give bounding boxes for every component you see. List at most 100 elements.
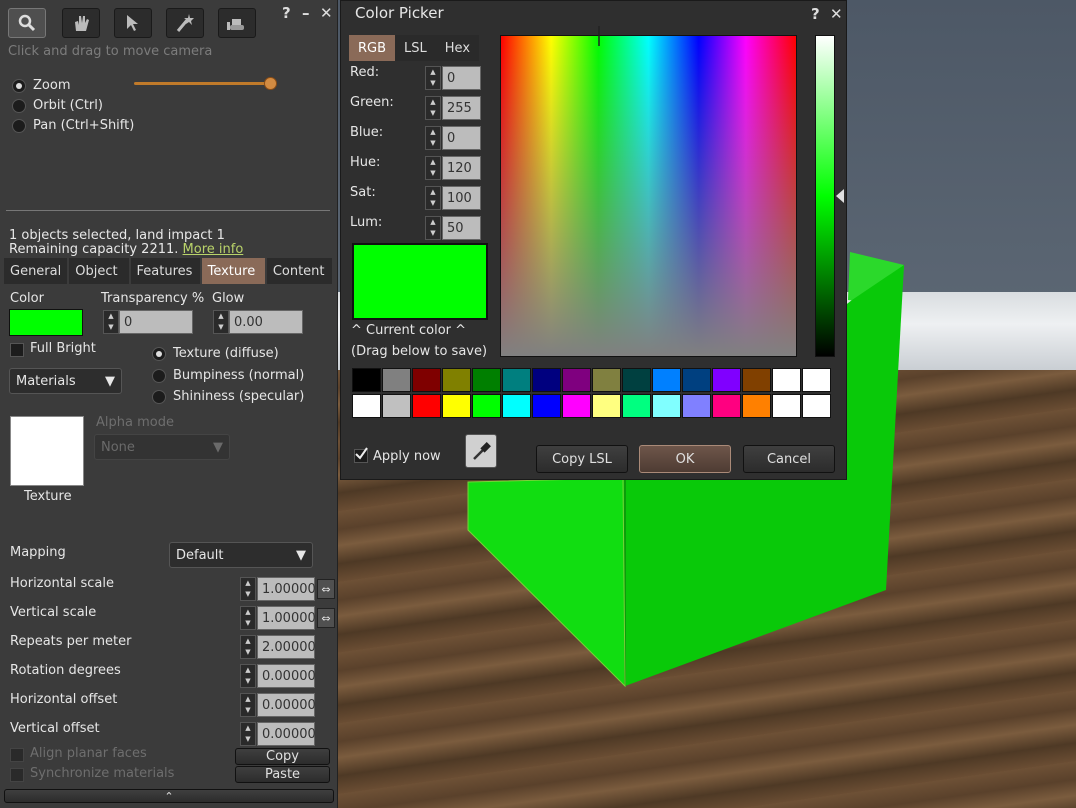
- full-bright-checkbox[interactable]: [10, 343, 24, 357]
- vertical-scale-input[interactable]: 1.00000: [257, 606, 316, 630]
- rotation-input[interactable]: 0.00000: [257, 664, 316, 688]
- transparency-spinner[interactable]: ▲ ▼: [103, 310, 119, 334]
- move-tool-button[interactable]: [62, 8, 100, 38]
- palette-swatch[interactable]: [772, 394, 801, 418]
- tab-hex[interactable]: Hex: [435, 35, 480, 61]
- palette-swatch[interactable]: [532, 368, 561, 392]
- vertical-scale-spinner[interactable]: ▲ ▼: [240, 606, 256, 630]
- close-button[interactable]: ✕: [320, 4, 333, 22]
- more-info-link[interactable]: More info: [183, 242, 244, 257]
- hue-saturation-field[interactable]: [500, 26, 797, 357]
- palette-swatch[interactable]: [562, 368, 591, 392]
- palette-swatch[interactable]: [382, 394, 411, 418]
- orbit-radio[interactable]: Orbit (Ctrl): [12, 98, 103, 113]
- luminance-slider[interactable]: [815, 35, 835, 357]
- copy-button[interactable]: Copy: [235, 748, 330, 765]
- horizontal-scale-input[interactable]: 1.00000: [257, 577, 316, 601]
- tab-rgb[interactable]: RGB: [349, 35, 396, 61]
- materials-dropdown[interactable]: Materials ▼: [9, 368, 122, 394]
- palette-swatch[interactable]: [682, 368, 711, 392]
- palette-swatch[interactable]: [502, 368, 531, 392]
- palette-swatch[interactable]: [472, 368, 501, 392]
- ok-button[interactable]: OK: [639, 445, 731, 473]
- zoom-slider-track[interactable]: [134, 82, 270, 85]
- palette-swatch[interactable]: [622, 368, 651, 392]
- glow-spinner[interactable]: ▲ ▼: [213, 310, 229, 334]
- vertical-offset-spinner[interactable]: ▲ ▼: [240, 722, 256, 746]
- zoom-radio[interactable]: Zoom: [12, 78, 70, 93]
- alpha-mode-dropdown[interactable]: None ▼: [94, 434, 230, 460]
- glow-input[interactable]: 0.00: [229, 310, 303, 334]
- luminance-pointer-icon[interactable]: [835, 189, 845, 203]
- tab-content[interactable]: Content: [266, 258, 332, 284]
- pan-radio[interactable]: Pan (Ctrl+Shift): [12, 118, 134, 133]
- repeats-input[interactable]: 2.00000: [257, 635, 316, 659]
- palette-swatch[interactable]: [592, 368, 621, 392]
- palette-swatch[interactable]: [742, 368, 771, 392]
- palette-swatch[interactable]: [502, 394, 531, 418]
- palette-swatch[interactable]: [412, 394, 441, 418]
- zoom-slider-thumb[interactable]: [264, 77, 277, 90]
- paste-button[interactable]: Paste: [235, 766, 330, 783]
- create-tool-button[interactable]: [166, 8, 204, 38]
- green-spinner[interactable]: ▲ ▼: [425, 96, 441, 120]
- palette-swatch[interactable]: [652, 368, 681, 392]
- flip-vertical-button[interactable]: ⇔: [317, 608, 335, 628]
- palette-swatch[interactable]: [712, 394, 741, 418]
- vertical-offset-input[interactable]: 0.00000: [257, 722, 316, 746]
- palette-swatch[interactable]: [382, 368, 411, 392]
- palette-swatch[interactable]: [562, 394, 591, 418]
- tab-general[interactable]: General: [4, 258, 68, 284]
- palette-swatch[interactable]: [802, 394, 831, 418]
- shininess-radio[interactable]: Shininess (specular): [152, 389, 304, 404]
- tab-features[interactable]: Features: [130, 258, 200, 284]
- texture-preview[interactable]: [10, 416, 84, 486]
- horizontal-offset-input[interactable]: 0.00000: [257, 693, 316, 717]
- align-planar-checkbox[interactable]: [10, 748, 24, 762]
- sat-input[interactable]: 100: [442, 186, 481, 210]
- radio-unselected[interactable]: [152, 389, 166, 404]
- radio-unselected[interactable]: [12, 118, 26, 133]
- current-color-swatch[interactable]: [352, 243, 488, 320]
- apply-now-checkbox[interactable]: [354, 447, 368, 463]
- object-color-swatch[interactable]: [9, 309, 83, 336]
- flip-horizontal-button[interactable]: ⇔: [317, 579, 335, 599]
- lum-spinner[interactable]: ▲ ▼: [425, 216, 441, 240]
- lum-input[interactable]: 50: [442, 216, 481, 240]
- palette-swatch[interactable]: [592, 394, 621, 418]
- palette-swatch[interactable]: [652, 394, 681, 418]
- close-button[interactable]: ✕: [830, 5, 843, 23]
- bumpiness-radio[interactable]: Bumpiness (normal): [152, 368, 304, 383]
- radio-selected[interactable]: [152, 346, 166, 361]
- repeats-spinner[interactable]: ▲ ▼: [240, 635, 256, 659]
- cancel-button[interactable]: Cancel: [743, 445, 835, 473]
- palette-swatch[interactable]: [442, 368, 471, 392]
- radio-unselected[interactable]: [12, 98, 26, 113]
- tab-lsl[interactable]: LSL: [395, 35, 436, 61]
- hue-spinner[interactable]: ▲ ▼: [425, 156, 441, 180]
- palette-swatch[interactable]: [772, 368, 801, 392]
- horizontal-scale-spinner[interactable]: ▲ ▼: [240, 577, 256, 601]
- tab-texture[interactable]: Texture: [201, 258, 265, 284]
- tab-object[interactable]: Object: [69, 258, 129, 284]
- palette-swatch[interactable]: [712, 368, 741, 392]
- horizontal-offset-spinner[interactable]: ▲ ▼: [240, 693, 256, 717]
- palette-swatch[interactable]: [622, 394, 651, 418]
- hue-input[interactable]: 120: [442, 156, 481, 180]
- hue-cursor[interactable]: [592, 26, 606, 46]
- sat-spinner[interactable]: ▲ ▼: [425, 186, 441, 210]
- palette-swatch[interactable]: [802, 368, 831, 392]
- sync-materials-checkbox[interactable]: [10, 768, 24, 782]
- edit-tool-button[interactable]: [114, 8, 152, 38]
- blue-spinner[interactable]: ▲ ▼: [425, 126, 441, 150]
- palette-swatch[interactable]: [742, 394, 771, 418]
- red-spinner[interactable]: ▲ ▼: [425, 66, 441, 90]
- eyedropper-button[interactable]: [465, 434, 497, 468]
- focus-tool-button[interactable]: [8, 8, 46, 38]
- palette-swatch[interactable]: [682, 394, 711, 418]
- land-tool-button[interactable]: [218, 8, 256, 38]
- palette-swatch[interactable]: [352, 368, 381, 392]
- blue-input[interactable]: 0: [442, 126, 481, 150]
- palette-swatch[interactable]: [442, 394, 471, 418]
- minimize-button[interactable]: –: [302, 4, 310, 22]
